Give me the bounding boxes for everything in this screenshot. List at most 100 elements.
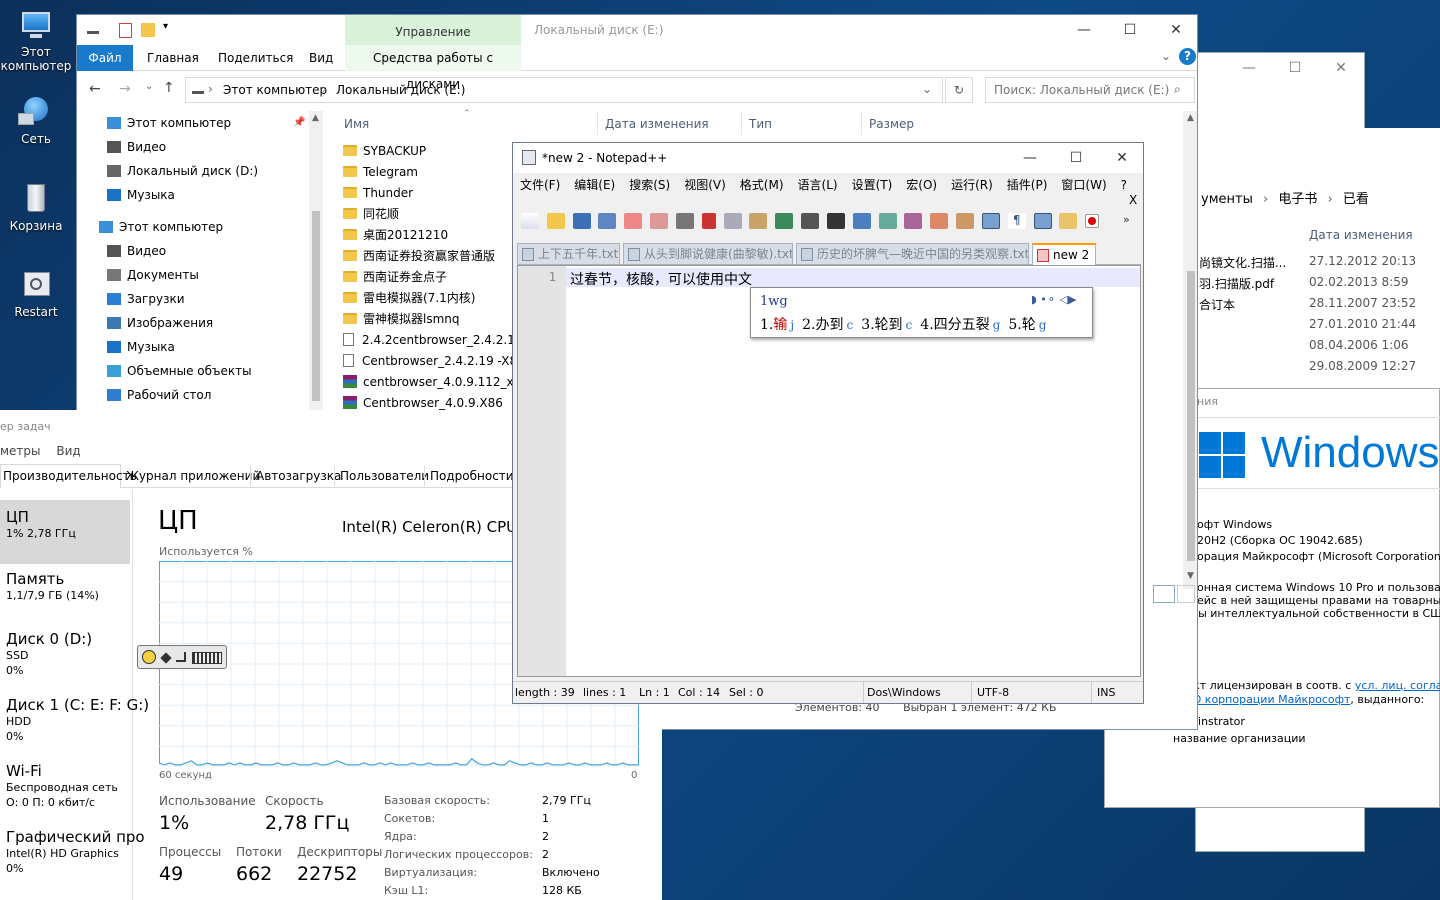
file-row[interactable]: 2.4.2centbrowser_2.4.2.19.rar [343, 330, 523, 351]
indent-guide-icon[interactable] [1033, 213, 1052, 229]
column-size[interactable]: Размер [869, 117, 914, 131]
ime-keyboard-icon[interactable] [192, 652, 222, 664]
file-row-name[interactable]: 羽.扫描版.pdf [1199, 275, 1274, 292]
minimize-icon[interactable]: — [1226, 53, 1272, 83]
desktop-icon-restart[interactable]: Restart [0, 268, 72, 319]
nav-item[interactable]: Объемные объекты [107, 359, 252, 383]
new-folder-icon[interactable] [141, 23, 155, 37]
zoom-in-icon[interactable] [878, 213, 897, 229]
ime-prev-page-icon[interactable]: ◁ [1060, 293, 1068, 306]
address-segment[interactable]: Локальный диск (E:) [336, 83, 465, 97]
refresh-icon[interactable]: ↻ [945, 77, 973, 103]
maximize-icon[interactable]: ☐ [1053, 143, 1099, 173]
close-file-icon[interactable] [624, 213, 643, 229]
open-file-icon[interactable] [546, 213, 565, 229]
tab-performance[interactable]: Производительность [0, 464, 137, 489]
nav-item[interactable]: Видео [107, 239, 166, 263]
file-scrollbar[interactable]: ▲ ▼ [1183, 111, 1197, 589]
file-row[interactable]: Telegram [343, 162, 418, 183]
menu-item[interactable]: 插件(P) [1007, 178, 1048, 192]
breadcrumb-item[interactable]: ументы [1201, 192, 1253, 207]
ime-candidate[interactable]: 3.轮到 c [861, 317, 912, 333]
save-all-icon[interactable] [598, 213, 617, 229]
nav-item[interactable]: Видео [107, 135, 166, 159]
ribbon-expand-icon[interactable]: ⌄ [1161, 49, 1171, 63]
ime-status-bar[interactable] [137, 645, 227, 669]
maximize-icon[interactable]: ☐ [1272, 53, 1318, 83]
tab-startup[interactable]: Автозагрузка [256, 469, 341, 483]
breadcrumb-item[interactable]: 已看 [1343, 192, 1369, 207]
status-eol[interactable]: Dos\Windows [867, 682, 941, 703]
minimize-icon[interactable]: — [1061, 15, 1107, 45]
help-icon[interactable]: ? [1179, 48, 1196, 65]
file-row-name[interactable]: 尚镜文化.扫描... [1199, 254, 1286, 271]
tab-view[interactable]: Вид [309, 51, 333, 65]
word-wrap-icon[interactable] [981, 213, 1000, 229]
doc-tab[interactable]: 从头到脚说健康(曲黎敏).txt [623, 243, 793, 264]
status-encoding[interactable]: UTF-8 [977, 682, 1009, 703]
status-ins-mode[interactable]: INS [1097, 682, 1115, 703]
recent-dropdown-icon[interactable]: ⌄ [145, 81, 153, 92]
menu-item[interactable]: 格式(M) [740, 178, 784, 192]
forward-arrow-icon[interactable]: → [119, 81, 131, 97]
file-row[interactable]: 西南证券金点子 [343, 267, 447, 288]
desktop-icon-recycle-bin[interactable]: Корзина [0, 182, 72, 233]
file-row[interactable]: 西南证券投资赢家普通版 [343, 246, 495, 267]
qat-dropdown-icon[interactable]: ▾ [163, 21, 168, 32]
tab-share[interactable]: Поделиться [218, 51, 293, 65]
file-row[interactable]: centbrowser_4.0.9.112_x64 [343, 372, 523, 393]
back-arrow-icon[interactable]: ← [89, 81, 101, 97]
file-row[interactable]: 雷电模拟器(7.1内核) [343, 288, 475, 309]
menu-item[interactable]: 语言(L) [798, 178, 838, 192]
nav-item[interactable]: Загрузки [107, 287, 185, 311]
file-row[interactable]: 桌面20121210 [343, 225, 448, 246]
menu-options[interactable]: метры [0, 444, 41, 458]
search-icon[interactable]: ⌕ [1174, 82, 1181, 97]
nav-item[interactable]: Музыка [107, 183, 175, 207]
sync-v-icon[interactable] [930, 213, 949, 229]
nav-item[interactable]: Музыка [107, 335, 175, 359]
ime-moon-icon[interactable] [160, 652, 172, 664]
zoom-out-icon[interactable] [904, 213, 923, 229]
doc-map-icon[interactable] [1059, 213, 1078, 229]
context-tab-manage[interactable]: Управление [345, 15, 521, 45]
replace-icon[interactable] [852, 213, 871, 229]
save-icon[interactable] [572, 213, 591, 229]
column-date-modified[interactable]: Дата изменения [1309, 228, 1413, 242]
address-dropdown-icon[interactable]: ⌄ [922, 82, 932, 96]
search-input[interactable]: Поиск: Локальный диск (E:) ⌕ [985, 77, 1195, 103]
close-icon[interactable]: ✕ [1099, 143, 1143, 173]
sync-h-icon[interactable] [956, 213, 975, 229]
menu-item[interactable]: 文件(F) [520, 178, 560, 192]
nav-item[interactable]: Локальный диск (D:) [107, 159, 258, 183]
nav-item[interactable]: Этот компьютер [107, 111, 231, 135]
column-name[interactable]: Имя [344, 117, 369, 131]
perf-item-disk1[interactable]: Диск 1 (C: E: F: G:) HDD 0% [0, 688, 149, 752]
ime-candidate[interactable]: 5.轮 g [1008, 317, 1046, 333]
find-icon[interactable] [826, 213, 845, 229]
ime-mascot-icon[interactable] [142, 650, 156, 664]
file-row[interactable]: 雷神模拟器lsmnq [343, 309, 460, 330]
file-row[interactable]: SYBACKUP [343, 141, 426, 162]
close-icon[interactable]: ✕ [1153, 15, 1197, 45]
menu-item[interactable]: 运行(R) [951, 178, 993, 192]
tab-app-history[interactable]: Журнал приложений [126, 469, 260, 483]
ime-candidate[interactable]: 1.输 j [760, 317, 794, 333]
perf-item-memory[interactable]: Память 1,1/7,9 ГБ (14%) [0, 562, 130, 626]
ime-punct-icon[interactable] [176, 652, 186, 662]
cut-icon[interactable] [701, 213, 716, 229]
license-link[interactable]: усл. лиц. соглашения [1355, 679, 1440, 692]
pin-icon[interactable]: 📌 [293, 117, 305, 128]
menu-item[interactable]: 搜索(S) [629, 178, 670, 192]
properties-icon[interactable] [119, 23, 132, 38]
undo-icon[interactable] [775, 213, 794, 229]
close-document-icon[interactable]: X [1129, 193, 1137, 207]
desktop-icon-network[interactable]: Сеть [0, 95, 72, 146]
tiles-view-icon[interactable] [1177, 585, 1195, 603]
nav-item[interactable]: Этот компьютер [99, 215, 223, 239]
menu-item[interactable]: ? [1121, 178, 1127, 192]
close-icon[interactable]: ✕ [1318, 53, 1364, 83]
tab-file[interactable]: Файл [77, 45, 133, 71]
address-segment[interactable]: Этот компьютер [223, 83, 327, 97]
maximize-icon[interactable]: ☐ [1107, 15, 1153, 45]
